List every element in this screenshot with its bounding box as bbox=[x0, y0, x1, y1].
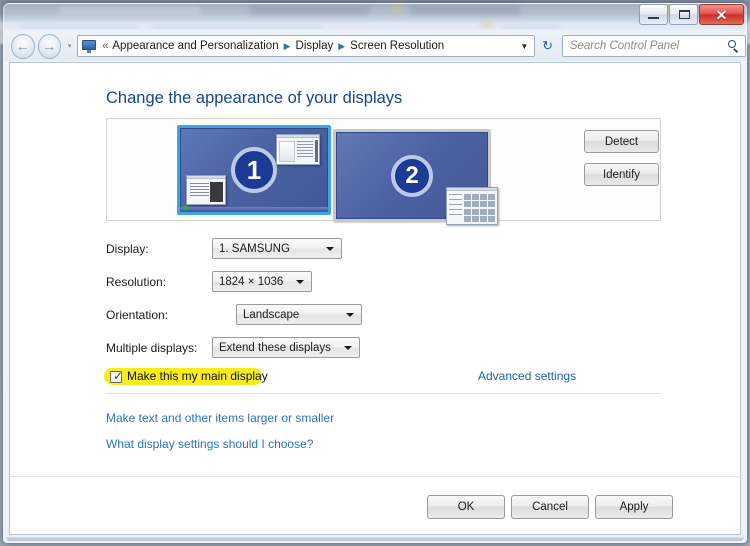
display-settings-help-link[interactable]: What display settings should I choose? bbox=[106, 437, 313, 451]
resolution-label: Resolution: bbox=[106, 275, 167, 289]
page-title: Change the appearance of your displays bbox=[106, 89, 403, 107]
content-pane: Change the appearance of your displays 1 bbox=[9, 62, 741, 476]
breadcrumb-appearance[interactable]: Appearance and Personalization bbox=[112, 40, 278, 52]
search-box[interactable]: Search Control Panel bbox=[561, 35, 746, 57]
close-button[interactable]: ✕ bbox=[699, 4, 744, 25]
cancel-button[interactable]: Cancel bbox=[511, 495, 589, 519]
field-row-multiple-displays: Multiple displays: Extend these displays bbox=[106, 337, 666, 370]
search-icon bbox=[727, 39, 741, 53]
window-thumbnail-icon bbox=[446, 187, 498, 225]
monitor-number-1: 1 bbox=[231, 147, 277, 193]
minimize-button[interactable] bbox=[639, 4, 668, 25]
chevron-down-icon bbox=[346, 312, 354, 317]
navigation-bar: ← → ▾ « Appearance and Personalization ▶… bbox=[4, 31, 746, 61]
monitor-preview-1[interactable]: 1 bbox=[177, 125, 331, 215]
main-display-checkbox[interactable]: ✓ bbox=[110, 369, 124, 383]
window-controls: ✕ bbox=[638, 4, 744, 25]
field-row-resolution: Resolution: 1824 × 1036 bbox=[106, 271, 666, 304]
orientation-select[interactable]: Landscape bbox=[236, 304, 362, 325]
address-bar[interactable]: « Appearance and Personalization ▶ Displ… bbox=[77, 35, 536, 57]
apply-button[interactable]: Apply bbox=[595, 495, 673, 519]
recent-pages-button[interactable]: ▾ bbox=[64, 35, 75, 57]
identify-button[interactable]: Identify bbox=[584, 163, 659, 186]
start-orb-icon bbox=[183, 206, 188, 210]
desktop-background: ✕ ← → ▾ « Appearance and Personalization… bbox=[0, 0, 750, 546]
back-button[interactable]: ← bbox=[11, 33, 35, 59]
close-icon: ✕ bbox=[715, 6, 728, 23]
multiple-displays-label: Multiple displays: bbox=[106, 341, 198, 355]
display-settings-form: Display: 1. SAMSUNG Resolution: 1824 × 1… bbox=[106, 238, 666, 370]
multiple-displays-select-value: Extend these displays bbox=[219, 341, 331, 354]
window-thumbnail-icon bbox=[276, 134, 320, 165]
make-text-larger-link[interactable]: Make text and other items larger or smal… bbox=[106, 411, 334, 425]
field-row-orientation: Orientation: Landscape bbox=[106, 304, 666, 337]
section-divider bbox=[106, 393, 661, 394]
dialog-footer: OK Cancel Apply bbox=[9, 476, 742, 535]
chevron-down-icon bbox=[326, 246, 334, 251]
breadcrumb-arrow-icon[interactable]: ▶ bbox=[284, 41, 291, 51]
breadcrumb-display[interactable]: Display bbox=[296, 40, 334, 52]
multiple-displays-select[interactable]: Extend these displays bbox=[212, 337, 360, 358]
refresh-icon: ↻ bbox=[542, 38, 553, 53]
detect-button[interactable]: Detect bbox=[584, 130, 659, 153]
orientation-label: Orientation: bbox=[106, 308, 169, 322]
resolution-select[interactable]: 1824 × 1036 bbox=[212, 271, 312, 292]
ok-button[interactable]: OK bbox=[427, 495, 505, 519]
search-input[interactable]: Search Control Panel bbox=[570, 40, 727, 52]
maximize-icon bbox=[679, 10, 690, 19]
window-thumbnail-icon bbox=[186, 175, 226, 205]
field-row-display: Display: 1. SAMSUNG bbox=[106, 238, 666, 271]
forward-arrow-icon: → bbox=[42, 38, 57, 54]
monitor-number-2: 2 bbox=[391, 154, 433, 197]
display-label: Display: bbox=[106, 242, 149, 256]
window-bottom-edge bbox=[6, 537, 744, 541]
main-display-checkbox-label[interactable]: Make this my main display bbox=[127, 369, 268, 383]
breadcrumb-screen-resolution[interactable]: Screen Resolution bbox=[350, 40, 444, 52]
display-preview-area[interactable]: 1 2 Detect Identify bbox=[106, 118, 661, 225]
address-dropdown-icon[interactable]: ▼ bbox=[520, 42, 528, 51]
chevron-down-icon: ▾ bbox=[67, 43, 72, 50]
forward-button[interactable]: → bbox=[37, 33, 62, 59]
footer-divider bbox=[10, 476, 742, 477]
breadcrumb-overflow-icon[interactable]: « bbox=[102, 40, 108, 52]
monitor-preview-2[interactable]: 2 bbox=[333, 129, 498, 225]
advanced-settings-link[interactable]: Advanced settings bbox=[478, 369, 576, 383]
screen-resolution-window: ✕ ← → ▾ « Appearance and Personalization… bbox=[3, 3, 747, 543]
title-bar bbox=[3, 3, 747, 31]
back-arrow-icon: ← bbox=[15, 38, 30, 54]
minimize-icon bbox=[648, 17, 659, 19]
display-icon bbox=[81, 39, 97, 53]
monitor-taskbar bbox=[180, 207, 328, 212]
display-select[interactable]: 1. SAMSUNG bbox=[212, 238, 342, 259]
breadcrumb-arrow-icon[interactable]: ▶ bbox=[338, 41, 345, 51]
display-select-value: 1. SAMSUNG bbox=[219, 242, 290, 255]
refresh-button[interactable]: ↻ bbox=[537, 35, 558, 57]
maximize-button[interactable] bbox=[669, 4, 698, 25]
chevron-down-icon bbox=[344, 345, 352, 350]
orientation-select-value: Landscape bbox=[243, 308, 300, 321]
chevron-down-icon bbox=[296, 279, 304, 284]
resolution-select-value: 1824 × 1036 bbox=[219, 275, 284, 288]
checkmark-icon: ✓ bbox=[113, 369, 124, 383]
